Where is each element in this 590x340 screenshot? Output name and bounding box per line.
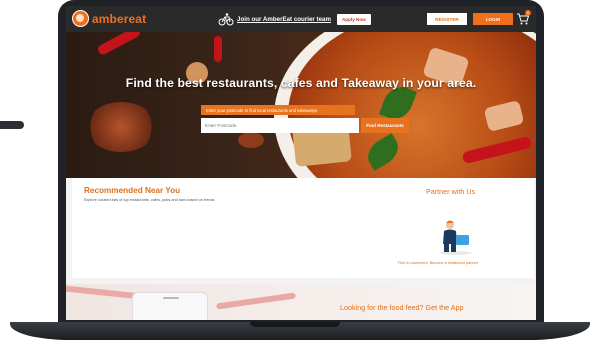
courier-link[interactable]: Join our AmberEat courier team bbox=[237, 16, 331, 23]
brand-name: ambereat bbox=[92, 11, 147, 26]
brand-logo[interactable]: ambereat bbox=[72, 10, 146, 27]
apply-now-button[interactable]: Apply Now bbox=[336, 13, 371, 25]
recommended-subtitle: Explore curated lists of top restaurants… bbox=[84, 198, 215, 202]
courier-promo: Join our AmberEat courier team Apply Now bbox=[218, 12, 371, 26]
laptop-notch bbox=[250, 322, 340, 327]
find-restaurants-button[interactable]: Find Restaurants bbox=[361, 118, 409, 133]
cart-count-badge: 0 bbox=[525, 10, 531, 16]
delivery-courier-icon bbox=[440, 220, 472, 255]
postcode-input[interactable] bbox=[201, 118, 359, 133]
spice-pile bbox=[86, 102, 156, 152]
login-button[interactable]: LOGIN bbox=[473, 13, 513, 25]
adjacent-device-edge bbox=[0, 121, 24, 129]
recommended-title: Recommended Near You bbox=[84, 186, 181, 195]
partner-subtitle[interactable]: Find & customers. Become a restaurant pa… bbox=[398, 261, 478, 265]
content-card: Recommended Near You Explore curated lis… bbox=[72, 178, 534, 278]
laptop-screen: ambereat Join our AmberEat courier team … bbox=[66, 6, 536, 320]
phone-speaker bbox=[163, 297, 179, 299]
logo-mark-icon bbox=[72, 10, 89, 27]
app-promo-section: Looking for the food feed? Get the App bbox=[66, 284, 536, 320]
hero-banner: Find the best restaurants, cafes and Tak… bbox=[66, 32, 536, 178]
postcode-hint: Enter your postcode to find local restau… bbox=[201, 105, 355, 115]
rhubarb-decoration bbox=[215, 292, 297, 310]
partner-title: Partner with Us bbox=[426, 187, 476, 196]
register-button[interactable]: REGISTER bbox=[427, 13, 467, 25]
spice-pile bbox=[238, 132, 264, 148]
phone-mockup bbox=[132, 292, 208, 320]
bicycle-courier-icon bbox=[218, 13, 234, 26]
top-navbar: ambereat Join our AmberEat courier team … bbox=[66, 6, 536, 32]
chili-decoration bbox=[214, 36, 222, 62]
app-section-title: Looking for the food feed? Get the App bbox=[340, 303, 464, 312]
hero-title: Find the best restaurants, cafes and Tak… bbox=[125, 76, 477, 90]
